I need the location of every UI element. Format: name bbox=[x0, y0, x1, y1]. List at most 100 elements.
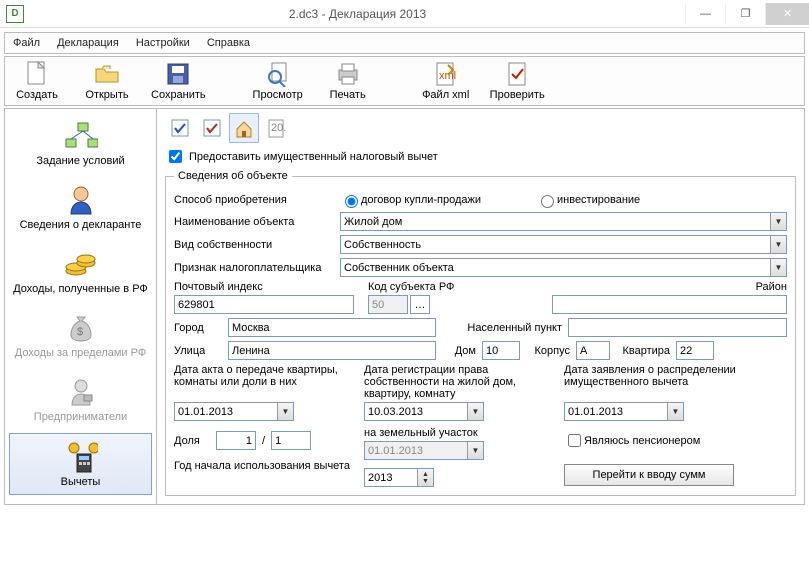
object-info-fieldset: Сведения об объекте Способ приобретения … bbox=[165, 170, 796, 496]
share-denominator-input[interactable] bbox=[271, 431, 311, 450]
radio-invest[interactable] bbox=[541, 195, 554, 208]
minimize-button[interactable]: — bbox=[685, 3, 725, 25]
radio-purchase-wrap[interactable]: договор купли-продажи bbox=[340, 192, 500, 208]
korpus-input[interactable] bbox=[576, 341, 610, 360]
region-code-input bbox=[368, 295, 408, 314]
menubar: Файл Декларация Настройки Справка bbox=[4, 32, 805, 54]
date-reg-input[interactable] bbox=[364, 402, 484, 421]
xml-file-icon: xml bbox=[433, 61, 459, 87]
chevron-down-icon[interactable]: ▼ bbox=[667, 403, 683, 420]
share-separator: / bbox=[262, 435, 265, 447]
radio-purchase[interactable] bbox=[345, 195, 358, 208]
tool-open[interactable]: Открыть bbox=[81, 61, 133, 101]
provide-deduction-checkbox[interactable] bbox=[169, 150, 182, 163]
tool-xml[interactable]: xml Файл xml bbox=[420, 61, 472, 101]
region-code-label: Код субъекта РФ bbox=[368, 281, 538, 293]
moneybag-icon: $ bbox=[64, 311, 98, 345]
sidebar: Задание условий Сведения о декларанте До… bbox=[5, 109, 157, 504]
sidebar-item-label: Задание условий bbox=[36, 155, 124, 167]
tab-other-deduction[interactable]: 20.. bbox=[261, 113, 291, 143]
toolbar: Создать Открыть Сохранить Просмотр Печат… bbox=[4, 56, 805, 106]
radio-invest-wrap[interactable]: инвестирование bbox=[536, 192, 696, 208]
sidebar-item-declarant[interactable]: Сведения о декларанте bbox=[9, 177, 152, 237]
tab-property-deduction[interactable] bbox=[229, 113, 259, 143]
tool-check[interactable]: Проверить bbox=[490, 61, 545, 101]
street-label: Улица bbox=[174, 345, 222, 357]
sidebar-item-income-rf[interactable]: Доходы, полученные в РФ bbox=[9, 241, 152, 301]
sidebar-item-conditions[interactable]: Задание условий bbox=[9, 113, 152, 173]
check-icon bbox=[504, 61, 530, 87]
close-button[interactable]: ✕ bbox=[765, 3, 809, 25]
chevron-down-icon[interactable]: ▼ bbox=[277, 403, 293, 420]
conditions-icon bbox=[64, 119, 98, 153]
land-date-label: на земельный участок bbox=[364, 427, 554, 439]
date-claim-label: Дата заявления о распределении имуществе… bbox=[564, 364, 787, 388]
new-file-icon bbox=[24, 61, 50, 87]
sidebar-item-income-foreign: $ Доходы за пределами РФ bbox=[9, 305, 152, 365]
svg-text:20..: 20.. bbox=[271, 122, 287, 134]
menu-help[interactable]: Справка bbox=[207, 37, 250, 49]
district-input[interactable] bbox=[552, 295, 787, 314]
chevron-down-icon[interactable]: ▼ bbox=[770, 213, 786, 230]
city-input[interactable] bbox=[228, 318, 436, 337]
house-input[interactable] bbox=[482, 341, 520, 360]
chevron-down-icon[interactable]: ▼ bbox=[467, 403, 483, 420]
coins-icon bbox=[64, 247, 98, 281]
ownership-select[interactable] bbox=[340, 235, 787, 254]
window-title: 2.dc3 - Декларация 2013 bbox=[30, 7, 685, 21]
year-start-label: Год начала использования вычета bbox=[174, 460, 350, 472]
svg-text:xml: xml bbox=[439, 70, 456, 82]
sidebar-item-deductions[interactable]: Вычеты bbox=[9, 433, 152, 495]
menu-file[interactable]: Файл bbox=[13, 37, 40, 49]
spinner-icon[interactable]: ▲▼ bbox=[417, 469, 433, 486]
menu-settings[interactable]: Настройки bbox=[136, 37, 190, 49]
tab-standard-deduction[interactable] bbox=[165, 113, 195, 143]
town-input[interactable] bbox=[568, 318, 787, 337]
calculator-people-icon bbox=[64, 440, 98, 474]
person-icon bbox=[64, 183, 98, 217]
street-input[interactable] bbox=[228, 341, 436, 360]
share-label: Доля bbox=[174, 435, 210, 447]
tool-save[interactable]: Сохранить bbox=[151, 61, 206, 101]
chevron-down-icon[interactable]: ▼ bbox=[770, 259, 786, 276]
pensioner-label: Являюсь пенсионером bbox=[584, 435, 700, 447]
goto-sums-button[interactable]: Перейти к вводу сумм bbox=[564, 464, 734, 486]
korpus-label: Корпус bbox=[526, 345, 570, 357]
postcode-input[interactable] bbox=[174, 295, 354, 314]
fieldset-legend: Сведения об объекте bbox=[174, 170, 292, 182]
save-icon bbox=[165, 61, 191, 87]
tool-new[interactable]: Создать bbox=[11, 61, 63, 101]
pensioner-wrap[interactable]: Являюсь пенсионером bbox=[564, 431, 787, 450]
tool-open-label: Открыть bbox=[85, 89, 128, 101]
sidebar-item-label: Доходы, полученные в РФ bbox=[13, 283, 148, 295]
city-label: Город bbox=[174, 322, 222, 334]
provide-deduction-label: Предоставить имущественный налоговый выч… bbox=[189, 151, 438, 163]
flat-input[interactable] bbox=[676, 341, 714, 360]
date-act-input[interactable] bbox=[174, 402, 294, 421]
tool-print[interactable]: Печать bbox=[322, 61, 374, 101]
main-panel: 20.. Предоставить имущественный налоговы… bbox=[157, 109, 804, 504]
sidebar-item-label: Предприниматели bbox=[34, 411, 127, 423]
house-label: Дом bbox=[442, 345, 476, 357]
menu-declaration[interactable]: Декларация bbox=[57, 37, 119, 49]
businessman-icon bbox=[64, 375, 98, 409]
object-name-select[interactable] bbox=[340, 212, 787, 231]
sidebar-item-label: Вычеты bbox=[61, 476, 101, 488]
town-label: Населенный пункт bbox=[442, 322, 562, 334]
tool-xml-label: Файл xml bbox=[422, 89, 469, 101]
date-reg-label: Дата регистрации права собственности на … bbox=[364, 364, 554, 400]
taxpayer-sign-select[interactable] bbox=[340, 258, 787, 277]
share-numerator-input[interactable] bbox=[216, 431, 256, 450]
print-icon bbox=[335, 61, 361, 87]
region-lookup-button[interactable]: … bbox=[410, 295, 430, 314]
maximize-button[interactable]: ❐ bbox=[725, 3, 765, 25]
tab-social-deduction[interactable] bbox=[197, 113, 227, 143]
sidebar-item-entrepreneurs: Предприниматели bbox=[9, 369, 152, 429]
date-claim-input[interactable] bbox=[564, 402, 684, 421]
pensioner-checkbox[interactable] bbox=[568, 434, 581, 447]
tool-preview[interactable]: Просмотр bbox=[252, 61, 304, 101]
tool-print-label: Печать bbox=[330, 89, 366, 101]
svg-text:$: $ bbox=[77, 326, 83, 338]
chevron-down-icon[interactable]: ▼ bbox=[770, 236, 786, 253]
tool-check-label: Проверить bbox=[490, 89, 545, 101]
